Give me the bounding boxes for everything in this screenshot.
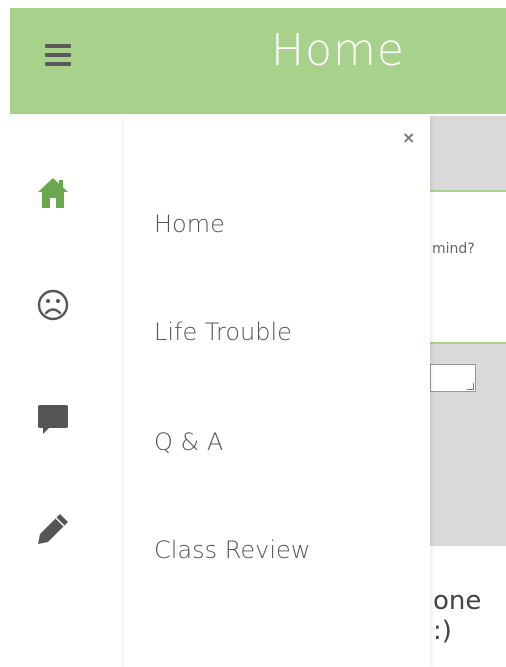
sidebar-item-label: Class Review <box>154 536 311 564</box>
background-bottom-text: one :) <box>433 586 482 646</box>
background-textarea[interactable] <box>430 364 476 392</box>
sidebar-item-life-trouble[interactable]: Life Trouble <box>0 288 430 368</box>
background-card <box>430 116 506 192</box>
nav-drawer: × Home Life Trouble Q & A Class Review <box>0 116 430 667</box>
page-title: Home <box>271 25 405 76</box>
sidebar-item-label: Q & A <box>154 428 224 456</box>
background-card <box>430 462 506 546</box>
sidebar-item-class-review[interactable]: Class Review <box>0 512 430 592</box>
background-card <box>430 342 506 464</box>
close-icon[interactable]: × <box>402 128 415 147</box>
pencil-icon <box>38 514 68 544</box>
sidebar-item-label: Life Trouble <box>154 318 292 346</box>
chat-bubble-icon <box>38 405 68 434</box>
home-icon <box>38 178 68 208</box>
sidebar-item-qa[interactable]: Q & A <box>0 402 430 482</box>
sidebar-item-home[interactable]: Home <box>0 176 430 256</box>
background-prompt-text: mind? <box>432 241 475 257</box>
sidebar-item-label: Home <box>154 210 225 238</box>
top-app-bar: Home <box>10 8 506 114</box>
frown-icon <box>37 289 69 321</box>
